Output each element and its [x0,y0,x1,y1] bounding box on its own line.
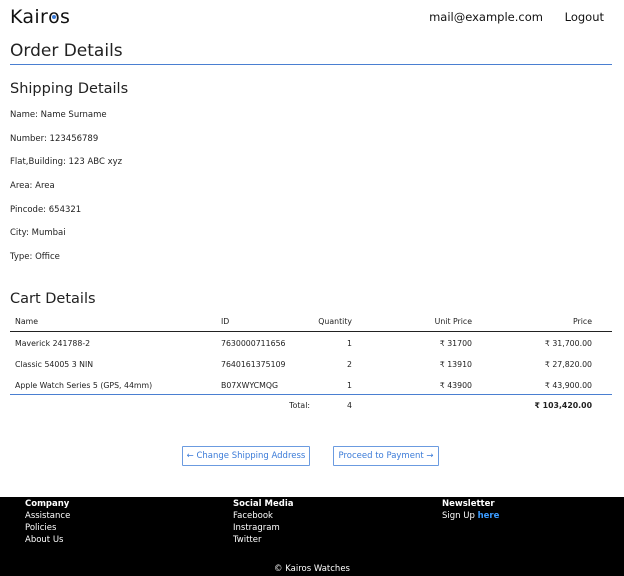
logo-dot-icon [52,15,57,19]
item-price: ₹ 31,700.00 [544,339,592,348]
brand-logo[interactable]: Kairos [10,6,70,28]
table-row: Classic 54005 3 NIN 7640161375109 2 ₹ 13… [10,358,612,379]
footer-link-instagram[interactable]: Instragram [233,522,293,534]
shipping-type: Type: Office [10,252,60,262]
total-quantity: 4 [347,401,352,410]
item-quantity: 1 [347,381,352,390]
footer-link-about-us[interactable]: About Us [25,534,70,546]
total-label: Total: [289,401,310,410]
footer-company-heading: Company [25,499,70,509]
column-header-quantity: Quantity [318,317,352,326]
item-unit-price: ₹ 31700 [439,339,472,348]
item-price: ₹ 27,820.00 [544,360,592,369]
footer-social-column: Social Media Facebook Instragram Twitter [233,498,293,546]
column-header-unit-price: Unit Price [434,317,472,326]
cart-table: Name ID Quantity Unit Price Price Maveri… [10,315,612,400]
table-header-row: Name ID Quantity Unit Price Price [10,315,612,336]
item-quantity: 2 [347,360,352,369]
nav-links: mail@example.com Logout [411,10,604,24]
column-header-price: Price [572,317,592,326]
table-row: Maverick 241788-2 7630000711656 1 ₹ 3170… [10,337,612,358]
item-id: B07XWYCMQG [221,381,279,390]
table-row: Apple Watch Series 5 (GPS, 44mm) B07XWYC… [10,379,612,400]
site-footer: Company Assistance Policies About Us Soc… [0,497,624,576]
user-email-link[interactable]: mail@example.com [429,10,543,24]
newsletter-signup-link[interactable]: here [478,511,500,521]
shipping-city: City: Mumbai [10,228,66,238]
cart-section-title: Cart Details [10,291,96,307]
shipping-flat-building: Flat,Building: 123 ABC xyz [10,157,123,167]
page-title: Order Details [10,41,123,61]
item-unit-price: ₹ 43900 [439,381,472,390]
total-price: ₹ 103,420.00 [534,401,592,410]
shipping-area: Area: Area [10,181,55,191]
column-header-id: ID [221,317,230,326]
footer-link-facebook[interactable]: Facebook [233,510,293,522]
footer-link-assistance[interactable]: Assistance [25,510,70,522]
top-navbar: Kairos mail@example.com Logout [10,6,614,30]
logout-link[interactable]: Logout [565,10,604,24]
shipping-section-title: Shipping Details [10,81,129,97]
table-header-divider [10,331,612,332]
item-name: Classic 54005 3 NIN [15,360,94,369]
title-divider [10,64,612,65]
footer-newsletter-heading: Newsletter [442,499,495,509]
item-price: ₹ 43,900.00 [544,381,592,390]
copyright-text: © Kairos Watches [274,564,350,574]
shipping-number: Number: 123456789 [10,134,99,144]
shipping-name: Name: Name Surname [10,110,107,120]
item-id: 7630000711656 [221,339,286,348]
item-name: Maverick 241788-2 [15,339,91,348]
change-shipping-address-button[interactable]: ← Change Shipping Address [182,446,310,466]
footer-company-column: Company Assistance Policies About Us [25,498,70,546]
item-unit-price: ₹ 13910 [439,360,472,369]
footer-social-heading: Social Media [233,499,294,509]
proceed-to-payment-button[interactable]: Proceed to Payment → [333,446,439,466]
item-quantity: 1 [347,339,352,348]
newsletter-signup-text: Sign Up here [442,510,499,522]
shipping-pincode: Pincode: 654321 [10,205,82,215]
footer-link-policies[interactable]: Policies [25,522,70,534]
item-name: Apple Watch Series 5 (GPS, 44mm) [15,381,153,390]
footer-newsletter-column: Newsletter Sign Up here [442,498,499,522]
item-id: 7640161375109 [221,360,286,369]
column-header-name: Name [15,317,39,326]
footer-link-twitter[interactable]: Twitter [233,534,293,546]
table-footer-divider [10,394,612,395]
newsletter-signup-label: Sign Up [442,511,478,521]
